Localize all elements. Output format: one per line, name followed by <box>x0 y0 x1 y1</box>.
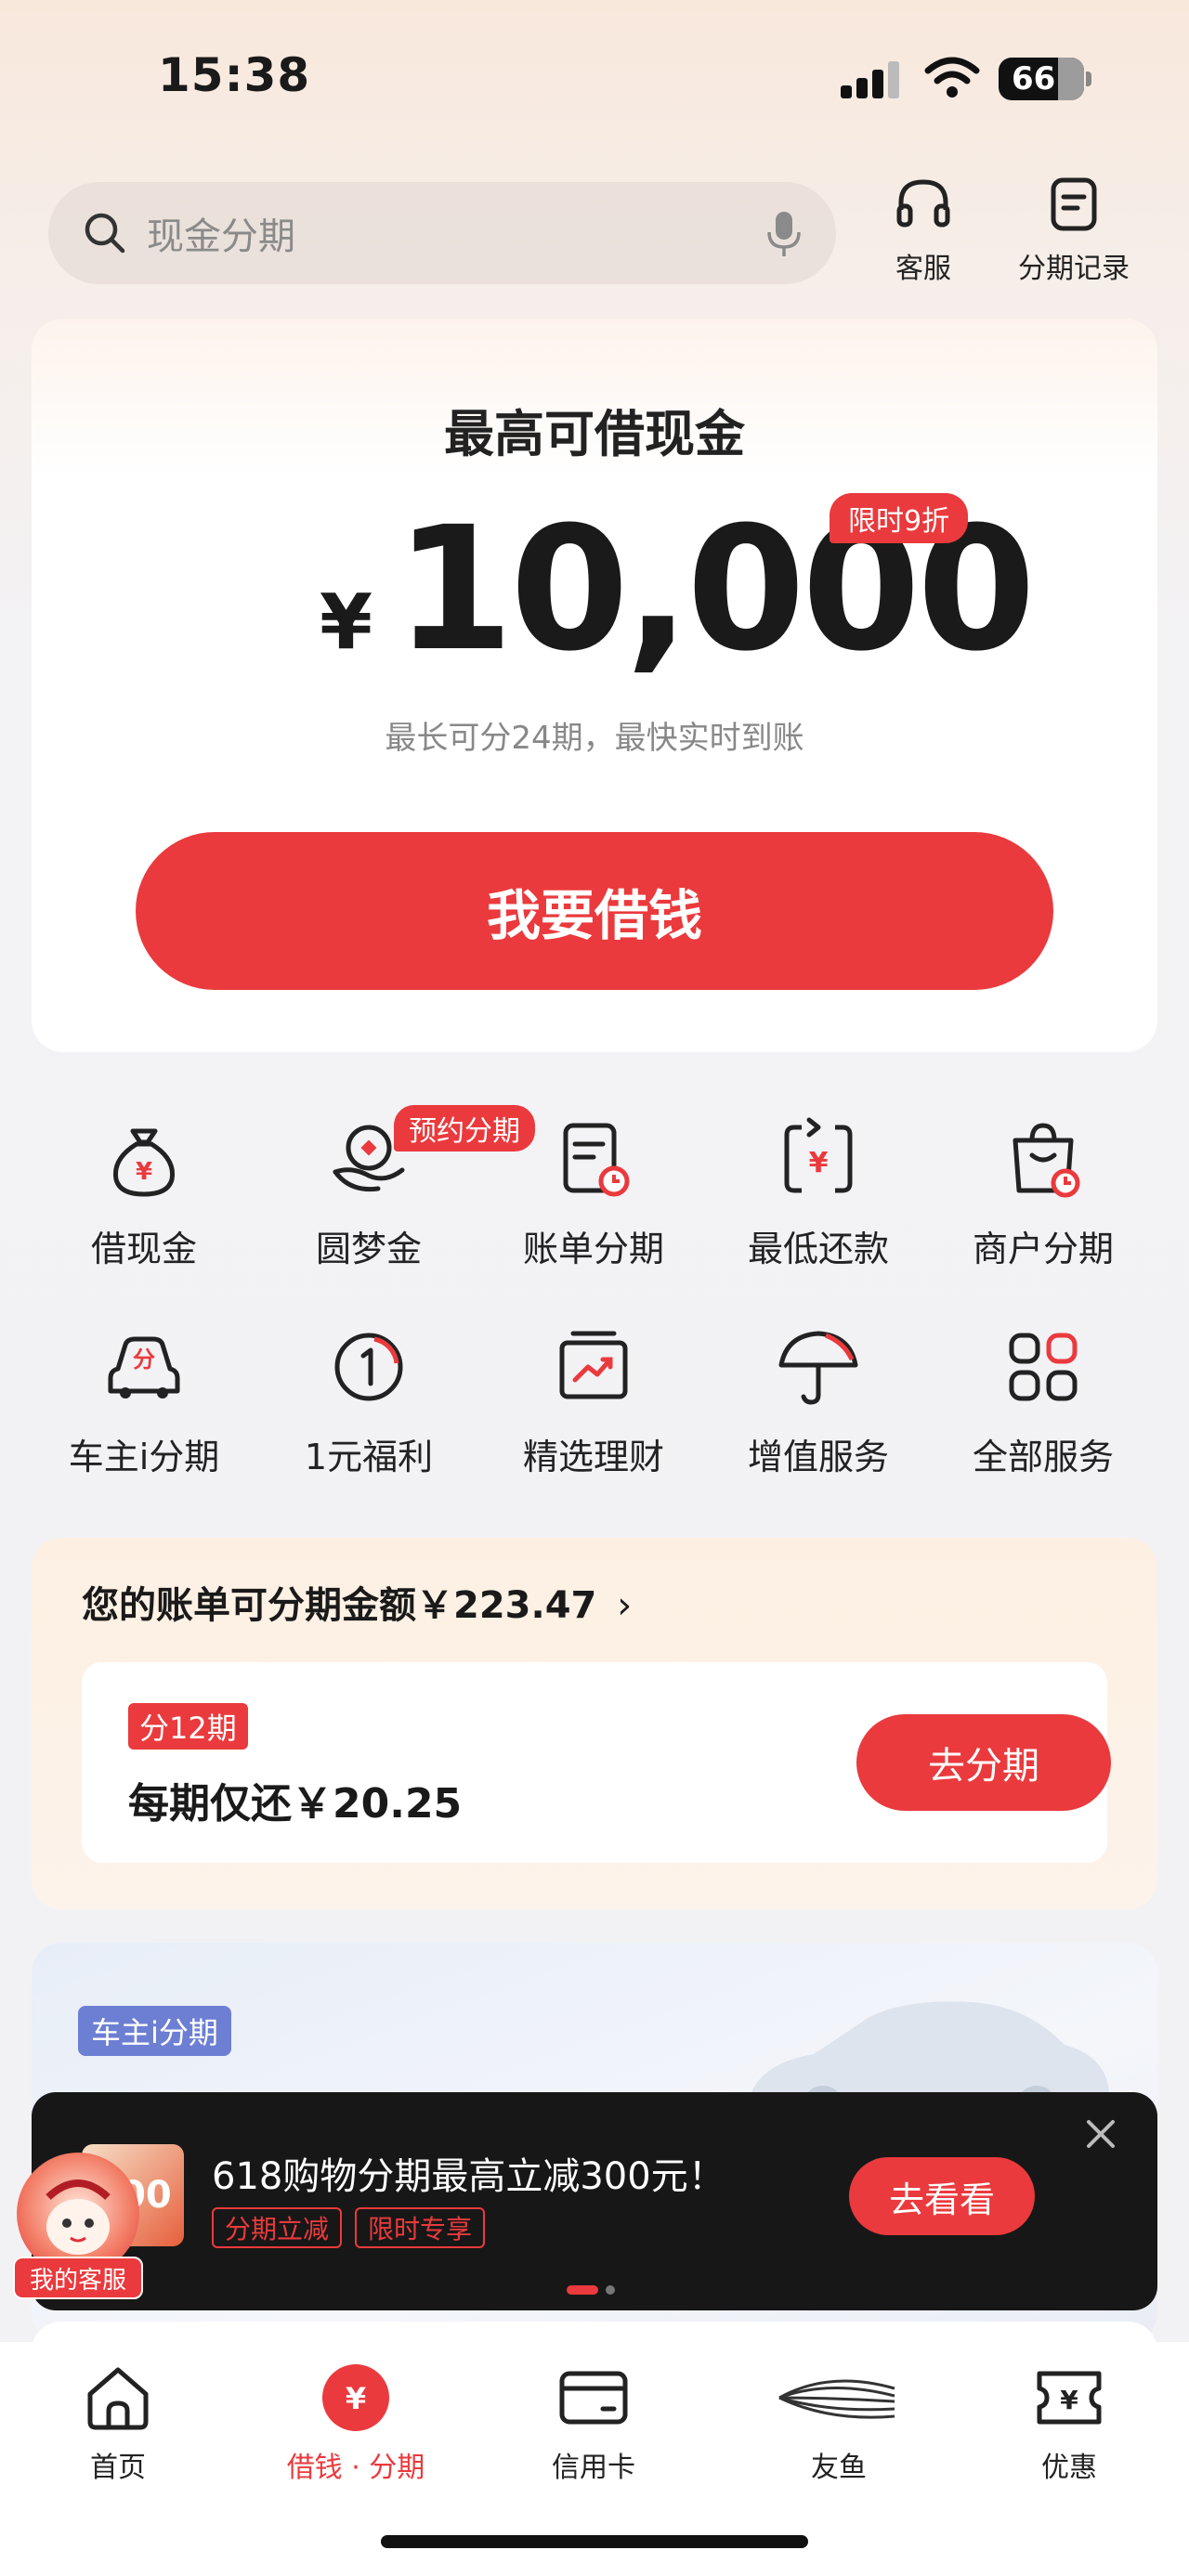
search-icon <box>85 213 125 254</box>
service-label: 全部服务 <box>972 1437 1114 1477</box>
cash-loan-card: 最高可借现金 ¥ 10,000 限时9折 最长可分24期，最快实时到账 我要借钱 <box>32 319 1157 1052</box>
tab-home[interactable]: 首页 <box>25 2361 211 2485</box>
one-yuan-icon <box>334 1333 403 1401</box>
toast-tags: 分期立减 限时专享 <box>212 2207 486 2248</box>
tab-youyu[interactable]: 友鱼 <box>746 2361 932 2485</box>
battery-empty-segment <box>1058 58 1084 100</box>
cellular-signal-icon <box>841 59 902 98</box>
installment-records-button[interactable]: 分期记录 <box>1009 175 1139 286</box>
carousel-indicator <box>567 2285 615 2295</box>
service-selected-wealth[interactable]: 精选理财 <box>481 1322 706 1479</box>
toast-tag: 限时专享 <box>355 2207 486 2248</box>
tab-label: 借钱 · 分期 <box>286 2452 425 2484</box>
tab-offers[interactable]: ¥ 优惠 <box>976 2361 1162 2485</box>
battery-indicator: 66 <box>999 58 1091 100</box>
credit-card-icon <box>559 2371 628 2425</box>
search-input[interactable]: 现金分期 <box>147 206 295 260</box>
toast-tag: 分期立减 <box>212 2207 343 2248</box>
currency-symbol: ¥ <box>320 579 373 667</box>
my-customer-service-float[interactable]: 我的客服 <box>13 2153 143 2301</box>
bill-clock-icon <box>563 1123 630 1197</box>
view-promo-button[interactable]: 去看看 <box>849 2157 1035 2235</box>
promo-toast[interactable]: 300 618购物分期最高立减300元！ 分期立减 限时专享 去看看 <box>32 2092 1157 2310</box>
hero-title: 最高可借现金 <box>444 405 745 463</box>
grid-icon <box>1009 1333 1078 1401</box>
service-label: 车主i分期 <box>68 1437 220 1477</box>
service-label: 最低还款 <box>747 1229 889 1269</box>
service-label: 精选理财 <box>522 1437 664 1477</box>
shopping-bag-icon <box>1013 1123 1080 1198</box>
service-label: 账单分期 <box>522 1229 664 1269</box>
service-all-services[interactable]: 全部服务 <box>931 1322 1156 1479</box>
tab-label: 友鱼 <box>811 2452 867 2484</box>
customer-service-button[interactable]: 客服 <box>858 175 988 286</box>
headset-icon <box>896 179 950 228</box>
bill-installment-card: 您的账单可分期金额￥223.47 › 分12期 每期仅还￥20.25 去分期 <box>32 1538 1157 1909</box>
services-grid: ¥ 借现金 圆梦金 预约分期 账单分期 ¥ 最低还款 商户分期 分 车主i分期 … <box>32 1096 1157 1486</box>
close-icon[interactable] <box>1079 2113 1122 2155</box>
period-tag: 分12期 <box>128 1703 248 1750</box>
svg-text:¥: ¥ <box>136 1158 152 1186</box>
microphone-icon[interactable] <box>765 210 803 258</box>
service-cash-loan[interactable]: ¥ 借现金 <box>32 1114 256 1271</box>
battery-level: 66 <box>1012 60 1056 98</box>
tab-label: 首页 <box>90 2452 146 2484</box>
car-icon: 分 <box>108 1336 180 1399</box>
bill-installment-link[interactable]: 您的账单可分期金额￥223.47 › <box>82 1575 632 1629</box>
svg-text:¥: ¥ <box>809 1147 829 1179</box>
discount-badge: 限时9折 <box>830 493 969 543</box>
service-label: 借现金 <box>90 1229 197 1269</box>
go-installment-button[interactable]: 去分期 <box>856 1714 1111 1811</box>
service-car-owner-installment[interactable]: 分 车主i分期 <box>32 1322 256 1479</box>
hero-subtitle: 最长可分24期，最快实时到账 <box>385 720 804 757</box>
installment-records-label: 分期记录 <box>1018 253 1130 285</box>
promo-tag: 车主i分期 <box>78 2006 231 2056</box>
tab-label: 优惠 <box>1041 2452 1097 2484</box>
service-label: 圆梦金 <box>315 1229 422 1269</box>
yuan-circle-icon: ¥ <box>322 2364 389 2431</box>
tab-borrow-installment[interactable]: ¥ 借钱 · 分期 <box>263 2361 449 2485</box>
chart-trend-icon <box>559 1331 628 1399</box>
bill-title: 您的账单可分期金额￥223.47 <box>82 1584 597 1627</box>
svg-text:¥: ¥ <box>1060 2385 1078 2415</box>
chevron-right-icon: › <box>617 1584 633 1627</box>
carousel-dot <box>606 2285 615 2295</box>
svg-text:¥: ¥ <box>346 2381 366 2416</box>
borrow-button[interactable]: 我要借钱 <box>136 832 1053 990</box>
customer-service-label: 客服 <box>895 253 951 285</box>
tab-label: 信用卡 <box>552 2452 635 2484</box>
search-bar[interactable]: 现金分期 <box>48 182 836 284</box>
service-label: 商户分期 <box>972 1229 1114 1269</box>
service-value-added[interactable]: 增值服务 <box>706 1322 931 1479</box>
tab-credit-card[interactable]: 信用卡 <box>501 2361 686 2485</box>
repay-icon: ¥ <box>784 1117 853 1193</box>
service-dream-fund[interactable]: 圆梦金 预约分期 <box>256 1105 535 1271</box>
service-bill-installment[interactable]: 账单分期 <box>481 1114 706 1271</box>
fish-icon <box>778 2379 895 2419</box>
svg-text:分: 分 <box>133 1347 155 1373</box>
status-time: 15:38 <box>158 48 311 102</box>
service-one-yuan-welfare[interactable]: 1元福利 <box>256 1322 481 1479</box>
service-merchant-installment[interactable]: 商户分期 <box>931 1114 1156 1271</box>
status-bar: 15:38 66 <box>0 0 1189 158</box>
my-customer-service-label: 我的客服 <box>13 2257 143 2299</box>
service-label: 增值服务 <box>747 1437 889 1477</box>
document-icon <box>1051 177 1097 231</box>
coupon-icon: ¥ <box>1037 2371 1102 2425</box>
home-icon <box>87 2367 149 2430</box>
money-bag-icon: ¥ <box>112 1128 176 1197</box>
wifi-icon <box>924 57 980 98</box>
home-indicator <box>381 2535 808 2548</box>
service-minimum-repayment[interactable]: ¥ 最低还款 <box>706 1114 931 1271</box>
carousel-dot-active <box>567 2285 598 2295</box>
toast-title: 618购物分期最高立减300元！ <box>212 2155 725 2198</box>
umbrella-icon <box>778 1331 858 1405</box>
per-period-amount: 每期仅还￥20.25 <box>128 1780 463 1828</box>
installment-offer: 分12期 每期仅还￥20.25 去分期 <box>82 1662 1111 1863</box>
service-label: 1元福利 <box>304 1437 434 1477</box>
